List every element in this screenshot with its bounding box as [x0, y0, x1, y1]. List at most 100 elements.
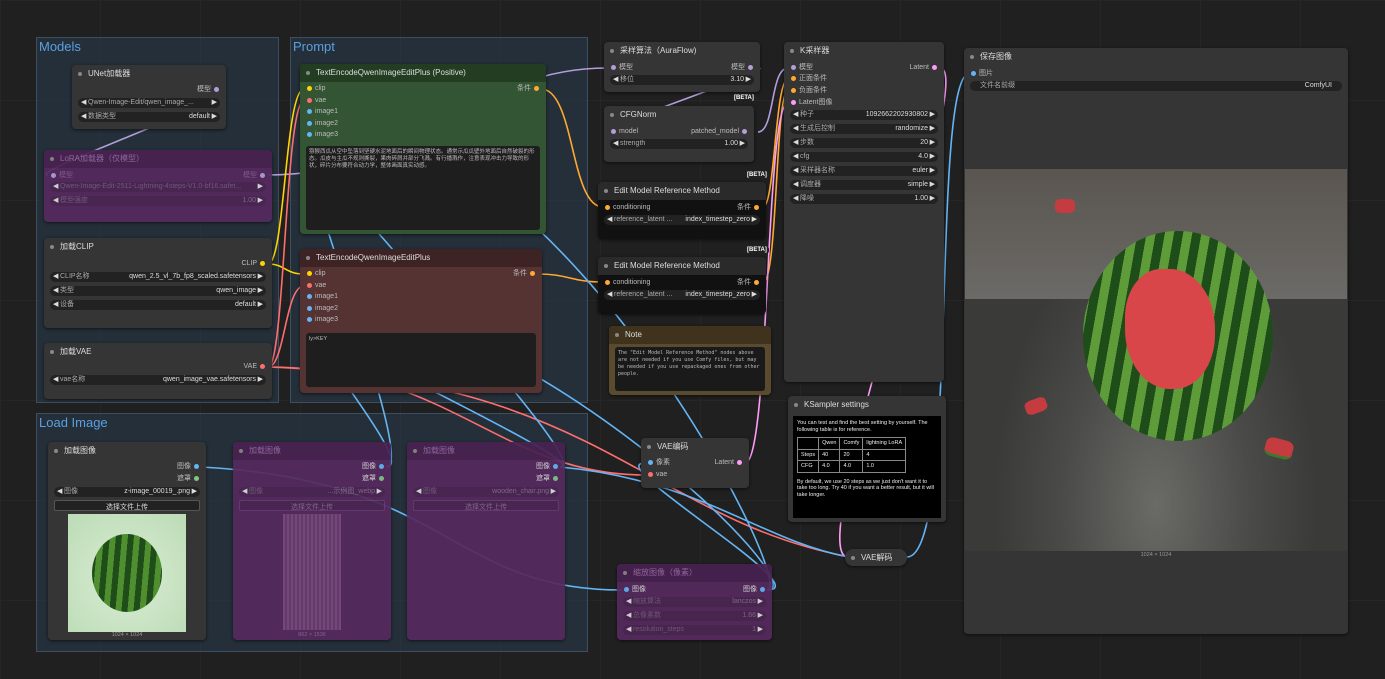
reference-method-widget[interactable]: ◀ reference_latent ... index_timestep_zero…	[604, 290, 760, 300]
positive-prompt-textarea[interactable]: 猕猴西瓜从空中坠落到坚硬水泥地面后的瞬间物理状态。通常示瓜瓜壁外地面后自然破裂的…	[306, 146, 540, 230]
control-after-generate-widget[interactable]: ◀ 生成后控制 randomize ▶	[790, 124, 938, 134]
clip-type-widget[interactable]: ◀ 类型 qwen_image ▶	[50, 286, 266, 296]
image-file-widget[interactable]: ◀ 图像 wooden_chair.png ▶	[413, 487, 559, 497]
output-image[interactable]: 图像	[743, 585, 768, 595]
input-model[interactable]: 模型	[608, 63, 633, 73]
input-image1[interactable]: image1	[304, 292, 338, 302]
node-ksampler[interactable]: K采样器 模型 正面条件 负面条件 Latent图像 Latent ◀ 种子 109…	[784, 42, 944, 382]
sampler-name-widget[interactable]: ◀ 采样器名称 euler ▶	[790, 166, 938, 176]
node-save-image[interactable]: 保存图像 图片 文件名前缀 ComfyUI 1024 × 1024	[964, 48, 1348, 634]
input-images[interactable]: 图片	[968, 69, 993, 79]
node-scale-image[interactable]: 缩放图像（像素） 图像 图像 ◀ 缩放算法 lanczos ▶ ◀ 总像素数 1.66 ▶ …	[617, 564, 772, 640]
input-pixels[interactable]: 像素	[645, 458, 670, 468]
node-title: 加载图像	[249, 446, 281, 455]
denoise-widget[interactable]: ◀ 降噪 1.00 ▶	[790, 194, 938, 204]
output-mask[interactable]: 遮罩	[536, 474, 561, 484]
input-image3[interactable]: image3	[304, 315, 338, 325]
input-conditioning[interactable]: conditioning	[602, 203, 650, 213]
input-clip[interactable]: clip	[304, 269, 326, 279]
image-file-widget[interactable]: ◀ 图像 ...示例图_webp ▶	[239, 487, 385, 497]
input-vae[interactable]: vae	[304, 96, 326, 106]
input-clip[interactable]: clip	[304, 84, 326, 94]
node-ksampler-settings-note[interactable]: KSampler settings You can test and find …	[788, 396, 946, 522]
node-edit-model-reference-1[interactable]: Edit Model Reference Method conditioning…	[598, 182, 766, 239]
upload-button[interactable]: 选择文件上传	[239, 500, 385, 511]
steps-widget[interactable]: ◀ 步数 20 ▶	[790, 138, 938, 148]
filename-prefix-widget[interactable]: 文件名前缀 ComfyUI	[970, 81, 1342, 91]
output-patched-model[interactable]: patched_model	[691, 127, 750, 137]
image-file-widget[interactable]: ◀ 图像 z-image_00019_.png ▶	[54, 487, 200, 497]
lora-strength-widget[interactable]: ◀ 模型强度 1.00 ▶	[50, 196, 266, 206]
node-unet-loader[interactable]: UNet加载器 模型 ◀ Qwen-Image-Edit/qwen_image_.…	[72, 65, 226, 129]
node-lora-loader[interactable]: LoRA加载器（仅模型） 模型 模型 ◀ Qwen-Image-Edit-2511…	[44, 150, 272, 222]
input-model[interactable]: 模型	[788, 63, 813, 73]
node-vae-decode[interactable]: VAE解码	[845, 549, 907, 566]
output-clip[interactable]: CLIP	[241, 259, 268, 269]
input-image1[interactable]: image1	[304, 107, 338, 117]
reference-method-widget[interactable]: ◀ reference_latent ... index_timestep_zero…	[604, 215, 760, 225]
node-title: 采样算法（AuraFlow)	[620, 46, 697, 55]
input-latent[interactable]: Latent图像	[788, 98, 832, 108]
resolution-steps-widget[interactable]: ◀ resolution_steps 1 ▶	[623, 625, 766, 635]
shift-widget[interactable]: ◀ 移位 3.10 ▶	[610, 75, 754, 85]
scheduler-widget[interactable]: ◀ 调度器 simple ▶	[790, 180, 938, 190]
output-conditioning[interactable]: 条件	[513, 269, 538, 279]
input-model[interactable]: 模型	[48, 171, 73, 181]
input-positive[interactable]: 正面条件	[788, 74, 827, 84]
node-text-encode-negative[interactable]: TextEncodeQwenImageEditPlus clip vae ima…	[300, 249, 542, 393]
input-image3[interactable]: image3	[304, 130, 338, 140]
unet-dtype-widget[interactable]: ◀ 数据类型 default ▶	[78, 112, 220, 122]
image-size-caption: 862 × 1536	[298, 632, 326, 638]
upload-button[interactable]: 选择文件上传	[413, 500, 559, 511]
upscale-method-widget[interactable]: ◀ 缩放算法 lanczos ▶	[623, 597, 766, 607]
node-load-clip[interactable]: 加载CLIP CLIP ◀ CLIP名称 qwen_2.5_vl_7b_fp8_sc…	[44, 238, 272, 328]
output-image[interactable]: 图像	[536, 462, 561, 472]
output-mask[interactable]: 遮罩	[177, 474, 202, 484]
lora-name-widget[interactable]: ◀ Qwen-Image-Edit-2511-Lightning-4steps-V…	[50, 182, 266, 192]
node-title: LoRA加载器（仅模型）	[60, 154, 145, 163]
input-conditioning[interactable]: conditioning	[602, 278, 650, 288]
output-model[interactable]: 模型	[197, 85, 222, 95]
node-model-sampling-auraflow[interactable]: 采样算法（AuraFlow) 模型 模型 ◀ 移位 3.10 ▶	[604, 42, 760, 92]
output-model[interactable]: 模型	[243, 171, 268, 181]
input-model[interactable]: model	[608, 127, 638, 137]
input-image2[interactable]: image2	[304, 119, 338, 129]
output-image[interactable]: 图像	[362, 462, 387, 472]
output-conditioning[interactable]: 条件	[737, 203, 762, 213]
input-image2[interactable]: image2	[304, 304, 338, 314]
seed-widget[interactable]: ◀ 种子 1092662202930802 ▶	[790, 110, 938, 120]
input-vae[interactable]: vae	[304, 281, 326, 291]
upload-button[interactable]: 选择文件上传	[54, 500, 200, 511]
unet-name-widget[interactable]: ◀ Qwen-Image-Edit/qwen_image_... ▶	[78, 98, 220, 108]
input-image[interactable]: 图像	[621, 585, 646, 595]
output-latent[interactable]: Latent	[715, 458, 745, 468]
note-text[interactable]: The "Edit Model Reference Method" nodes …	[615, 347, 765, 391]
negative-prompt-textarea[interactable]: ly>KEY	[306, 333, 536, 387]
output-mask[interactable]: 遮罩	[362, 474, 387, 484]
node-cfgnorm[interactable]: CFGNorm model patched_model ◀ strength 1.0…	[604, 106, 754, 162]
output-conditioning[interactable]: 条件	[737, 278, 762, 288]
node-text-encode-positive[interactable]: TextEncodeQwenImageEditPlus (Positive) c…	[300, 64, 546, 234]
output-latent[interactable]: Latent	[910, 63, 940, 73]
clip-name-widget[interactable]: ◀ CLIP名称 qwen_2.5_vl_7b_fp8_scaled.safeten…	[50, 272, 266, 282]
node-load-image-2[interactable]: 加载图像 图像 遮罩 ◀ 图像 ...示例图_webp ▶ 选择文件上传 862 × …	[233, 442, 391, 640]
node-edit-model-reference-2[interactable]: Edit Model Reference Method conditioning…	[598, 257, 766, 314]
settings-intro: You can test and find the best setting b…	[797, 420, 928, 433]
input-vae[interactable]: vae	[645, 470, 667, 480]
cfgnorm-strength-widget[interactable]: ◀ strength 1.00 ▶	[610, 139, 748, 149]
output-model[interactable]: 模型	[731, 63, 756, 73]
megapixels-widget[interactable]: ◀ 总像素数 1.66 ▶	[623, 611, 766, 621]
output-image[interactable]: 图像	[177, 462, 202, 472]
node-load-image-1[interactable]: 加载图像 图像 遮罩 ◀ 图像 z-image_00019_.png ▶ 选择文件上传…	[48, 442, 206, 640]
input-negative[interactable]: 负面条件	[788, 86, 827, 96]
output-vae[interactable]: VAE	[244, 362, 269, 372]
vae-name-widget[interactable]: ◀ vae名称 qwen_image_vae.safetensors ▶	[50, 375, 266, 385]
node-load-image-3[interactable]: 加载图像 图像 遮罩 ◀ 图像 wooden_chair.png ▶ 选择文件上传	[407, 442, 565, 640]
clip-device-widget[interactable]: ◀ 设备 default ▶	[50, 300, 266, 310]
cfg-widget[interactable]: ◀ cfg 4.0 ▶	[790, 152, 938, 162]
node-vae-encode[interactable]: VAE编码 像素 vae Latent	[641, 438, 749, 488]
output-image-watermelon-explosion[interactable]	[965, 169, 1347, 551]
output-conditioning[interactable]: 条件	[517, 84, 542, 94]
node-load-vae[interactable]: 加载VAE VAE ◀ vae名称 qwen_image_vae.safetenso…	[44, 343, 272, 399]
node-note[interactable]: Note The "Edit Model Reference Method" n…	[609, 326, 771, 395]
